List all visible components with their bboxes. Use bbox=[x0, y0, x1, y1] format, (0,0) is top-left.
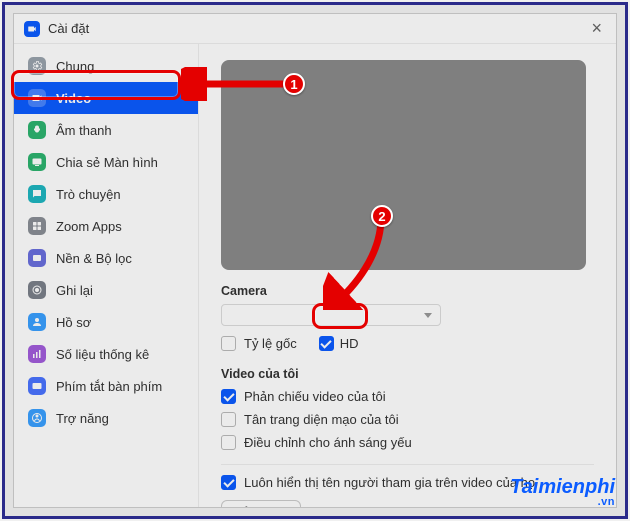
sidebar-item-8[interactable]: Hồ sơ bbox=[14, 306, 198, 338]
annotation-badge-2: 2 bbox=[371, 205, 393, 227]
titlebar: Cài đặt × bbox=[14, 14, 616, 44]
sidebar-item-11[interactable]: Trợ năng bbox=[14, 402, 198, 434]
sidebar-item-4[interactable]: Trò chuyện bbox=[14, 178, 198, 210]
hd-checkbox[interactable] bbox=[319, 336, 334, 351]
sidebar-icon-2 bbox=[28, 121, 46, 139]
my-video-label: Video của tôi bbox=[221, 367, 594, 381]
close-icon[interactable]: × bbox=[587, 18, 606, 39]
watermark: Taimienphi .vn bbox=[510, 476, 615, 508]
sidebar-item-label: Chia sẻ Màn hình bbox=[56, 155, 158, 170]
myvideo-checkbox-2[interactable] bbox=[221, 435, 236, 450]
sidebar-item-7[interactable]: Ghi lại bbox=[14, 274, 198, 306]
myvideo-option-label: Điều chỉnh cho ánh sáng yếu bbox=[244, 435, 412, 450]
sidebar-item-5[interactable]: Zoom Apps bbox=[14, 210, 198, 242]
sidebar-icon-10 bbox=[28, 377, 46, 395]
sidebar-item-label: Phím tắt bàn phím bbox=[56, 379, 162, 394]
myvideo-option-label: Tân trang diện mạo của tôi bbox=[244, 412, 399, 427]
arrow-2 bbox=[323, 210, 403, 310]
sidebar-icon-7 bbox=[28, 281, 46, 299]
window-body: ChungVideoÂm thanhChia sẻ Màn hìnhTrò ch… bbox=[14, 44, 616, 507]
sidebar-item-label: Ghi lại bbox=[56, 283, 93, 298]
sidebar-item-3[interactable]: Chia sẻ Màn hình bbox=[14, 146, 198, 178]
myvideo-checkbox-0[interactable] bbox=[221, 389, 236, 404]
camera-label: Camera bbox=[221, 284, 594, 298]
sidebar-item-label: Hồ sơ bbox=[56, 315, 91, 330]
app-icon bbox=[24, 21, 40, 37]
myvideo-option-1: Tân trang diện mạo của tôi bbox=[221, 412, 594, 427]
hd-label: HD bbox=[340, 336, 359, 351]
watermark-text: Taimienphi bbox=[510, 476, 615, 498]
sidebar-icon-8 bbox=[28, 313, 46, 331]
aspect-ratio-checkbox[interactable] bbox=[221, 336, 236, 351]
tutorial-frame: Cài đặt × ChungVideoÂm thanhChia sẻ Màn … bbox=[2, 2, 628, 519]
sidebar: ChungVideoÂm thanhChia sẻ Màn hìnhTrò ch… bbox=[14, 44, 199, 507]
sidebar-item-label: Zoom Apps bbox=[56, 219, 122, 234]
divider bbox=[221, 464, 594, 465]
myvideo-checkbox-1[interactable] bbox=[221, 412, 236, 427]
always-show-name-label: Luôn hiển thị tên người tham gia trên vi… bbox=[244, 475, 535, 490]
aspect-ratio-label: Tỷ lệ gốc bbox=[244, 336, 297, 351]
sidebar-item-label: Nền & Bộ lọc bbox=[56, 251, 132, 266]
highlight-box-1 bbox=[11, 70, 181, 100]
sidebar-item-label: Âm thanh bbox=[56, 123, 112, 138]
always-show-name-checkbox[interactable] bbox=[221, 475, 236, 490]
window-title: Cài đặt bbox=[48, 21, 89, 36]
sidebar-item-label: Số liệu thống kê bbox=[56, 347, 149, 362]
sidebar-icon-4 bbox=[28, 185, 46, 203]
sidebar-icon-11 bbox=[28, 409, 46, 427]
sidebar-item-6[interactable]: Nền & Bộ lọc bbox=[14, 242, 198, 274]
advanced-button[interactable]: Nâng cao bbox=[221, 500, 301, 507]
sidebar-item-9[interactable]: Số liệu thống kê bbox=[14, 338, 198, 370]
sidebar-item-label: Trò chuyện bbox=[56, 187, 121, 202]
sidebar-item-label: Trợ năng bbox=[56, 411, 109, 426]
myvideo-option-label: Phản chiếu video của tôi bbox=[244, 389, 386, 404]
sidebar-icon-6 bbox=[28, 249, 46, 267]
annotation-badge-1: 1 bbox=[283, 73, 305, 95]
sidebar-item-10[interactable]: Phím tắt bàn phím bbox=[14, 370, 198, 402]
sidebar-icon-3 bbox=[28, 153, 46, 171]
myvideo-option-2: Điều chỉnh cho ánh sáng yếu bbox=[221, 435, 594, 450]
sidebar-icon-5 bbox=[28, 217, 46, 235]
sidebar-icon-9 bbox=[28, 345, 46, 363]
content-pane: Camera Tỷ lệ gốc HD Video của tôi Phản c… bbox=[199, 44, 616, 507]
myvideo-option-0: Phản chiếu video của tôi bbox=[221, 389, 594, 404]
arrow-1 bbox=[181, 67, 291, 101]
sidebar-item-2[interactable]: Âm thanh bbox=[14, 114, 198, 146]
